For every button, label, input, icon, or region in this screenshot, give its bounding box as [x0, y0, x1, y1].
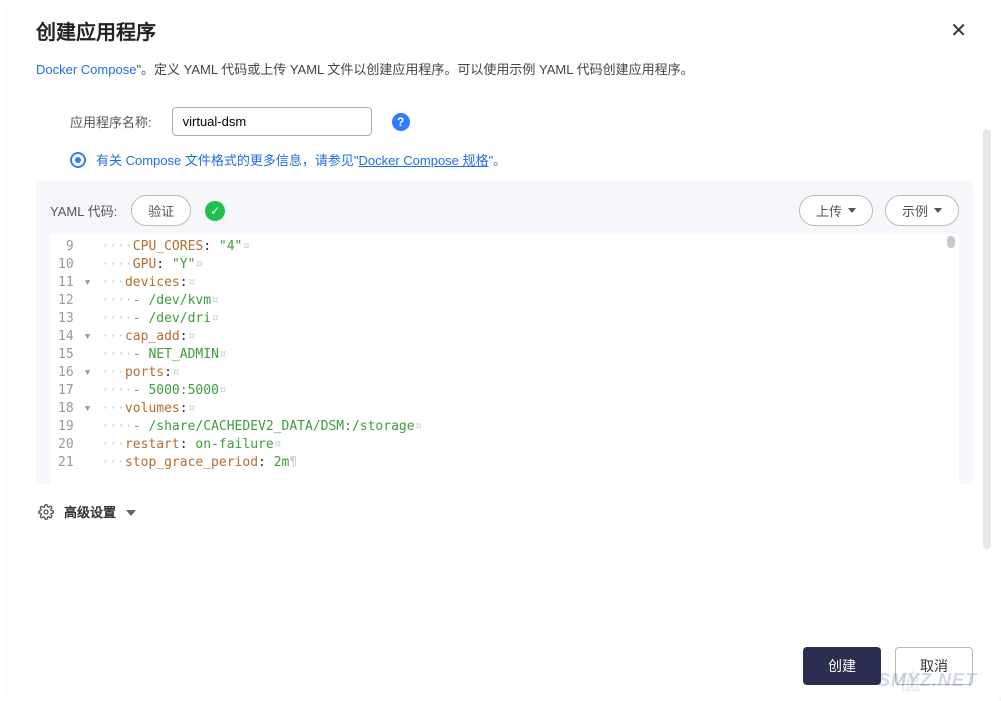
close-icon[interactable]: ✕ — [944, 17, 973, 45]
modal-header: 创建应用程序 ✕ — [8, 0, 1001, 51]
compose-spec-link[interactable]: Docker Compose 规格 — [358, 153, 488, 168]
app-name-row: 应用程序名称: ? — [70, 107, 973, 136]
app-name-label: 应用程序名称: — [70, 112, 152, 131]
create-app-modal: 创建应用程序 ✕ Docker Compose"。定义 YAML 代码或上传 Y… — [8, 0, 1001, 701]
gear-icon — [38, 504, 54, 520]
info-text-post: "。 — [489, 153, 507, 168]
yaml-editor[interactable]: 9 10 11 ▾12 13 14 ▾15 16 ▾17 18 ▾19 20 2… — [50, 234, 959, 484]
editor-gutter: 9 10 11 ▾12 13 14 ▾15 16 ▾17 18 ▾19 20 2… — [50, 234, 97, 484]
chevron-down-icon — [126, 510, 136, 516]
help-icon[interactable]: ? — [392, 113, 410, 131]
body-scrollbar[interactable] — [983, 129, 991, 549]
editor-code[interactable]: ····CPU_CORES: "4"¤····GPU: "Y"¤···devic… — [97, 234, 959, 484]
caret-down-icon — [848, 208, 856, 213]
yaml-label: YAML 代码: — [50, 201, 117, 220]
example-button[interactable]: 示例 — [885, 195, 959, 226]
modal-title: 创建应用程序 — [36, 16, 156, 45]
validate-ok-icon: ✓ — [205, 201, 225, 221]
modal-description: Docker Compose"。定义 YAML 代码或上传 YAML 文件以创建… — [36, 51, 973, 81]
modal-body: Docker Compose"。定义 YAML 代码或上传 YAML 文件以创建… — [8, 51, 1001, 647]
advanced-settings-toggle[interactable]: 高级设置 — [36, 484, 973, 521]
caret-down-icon — [934, 208, 942, 213]
validate-button[interactable]: 验证 — [131, 195, 191, 226]
scrollbar-thumb[interactable] — [947, 236, 955, 248]
app-name-input[interactable] — [172, 107, 372, 136]
advanced-label: 高级设置 — [64, 502, 116, 521]
create-button[interactable]: 创建 — [803, 647, 881, 685]
modal-footer: 创建 取消 — [8, 633, 1001, 701]
desc-text: "。定义 YAML 代码或上传 YAML 文件以创建应用程序。可以使用示例 YA… — [136, 62, 693, 77]
compose-spec-info: 有关 Compose 文件格式的更多信息，请参见"Docker Compose … — [70, 150, 973, 169]
info-icon — [70, 152, 86, 168]
editor-scrollbar[interactable] — [945, 234, 957, 484]
info-text-pre: 有关 Compose 文件格式的更多信息，请参见" — [96, 153, 358, 168]
upload-button[interactable]: 上传 — [799, 195, 873, 226]
cancel-button[interactable]: 取消 — [895, 647, 973, 685]
yaml-block: YAML 代码: 验证 ✓ 上传 示例 9 10 11 ▾12 13 14 ▾1… — [36, 181, 973, 484]
yaml-toolbar: YAML 代码: 验证 ✓ 上传 示例 — [50, 195, 959, 226]
docker-compose-link[interactable]: Docker Compose — [36, 62, 136, 77]
